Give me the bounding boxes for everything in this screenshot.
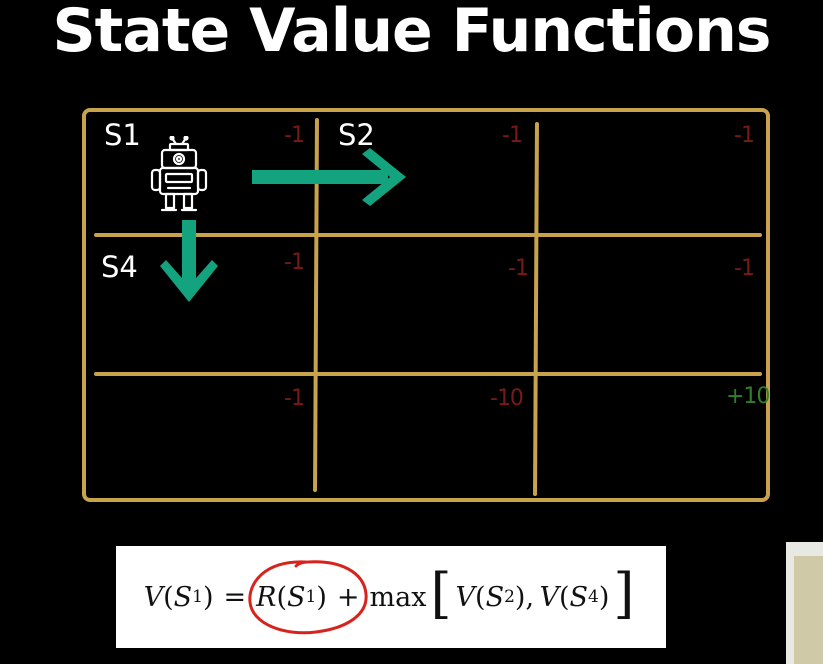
grid-line-horizontal-2 xyxy=(94,372,762,376)
reward-r2c1: -1 xyxy=(284,250,305,275)
side-video-thumbnail xyxy=(786,542,823,664)
robot-icon xyxy=(150,136,208,212)
eq-v4: V xyxy=(539,581,559,613)
eq-s4: S xyxy=(569,581,588,613)
arrow-right-icon xyxy=(252,148,406,206)
state-label-s2: S2 xyxy=(338,118,375,152)
reward-r1c1: -1 xyxy=(284,123,305,148)
reward-r1c3: -1 xyxy=(734,123,755,148)
eq-sub4: 4 xyxy=(587,587,599,607)
reward-r3c1: -1 xyxy=(284,386,305,411)
state-label-s1: S1 xyxy=(104,118,141,152)
state-label-s4: S4 xyxy=(101,250,138,284)
bellman-equation: V(S 1) = R(S 1) + max [ V(S 2), V(S 4) ] xyxy=(143,562,635,625)
reward-r2c2: -1 xyxy=(508,256,529,281)
eq-v2: V xyxy=(455,581,476,613)
reward-r1c2: -1 xyxy=(502,123,523,148)
eq-lhs-sub: 1 xyxy=(192,587,203,607)
equation-panel: V(S 1) = R(S 1) + max [ V(S 2), V(S 4) ] xyxy=(116,546,666,648)
eq-equals: = xyxy=(223,581,247,613)
thumbnail-image xyxy=(794,556,823,664)
slide-title: State Value Functions xyxy=(52,0,771,66)
eq-left-bracket: [ xyxy=(430,562,452,625)
reward-r3c3: +10 xyxy=(726,384,770,409)
eq-comma: , xyxy=(525,581,535,613)
eq-sub2: 2 xyxy=(504,587,515,607)
reward-r2c3: -1 xyxy=(734,256,755,281)
eq-s2: S xyxy=(485,581,505,613)
eq-right-bracket: ] xyxy=(613,562,635,625)
eq-lhs-s: S xyxy=(173,581,193,613)
arrow-down-icon xyxy=(160,220,218,302)
eq-max: max xyxy=(369,581,427,613)
reward-r3c2: -10 xyxy=(490,386,524,411)
eq-lhs-v: V xyxy=(143,581,164,613)
highlight-circle-annotation xyxy=(248,560,368,635)
